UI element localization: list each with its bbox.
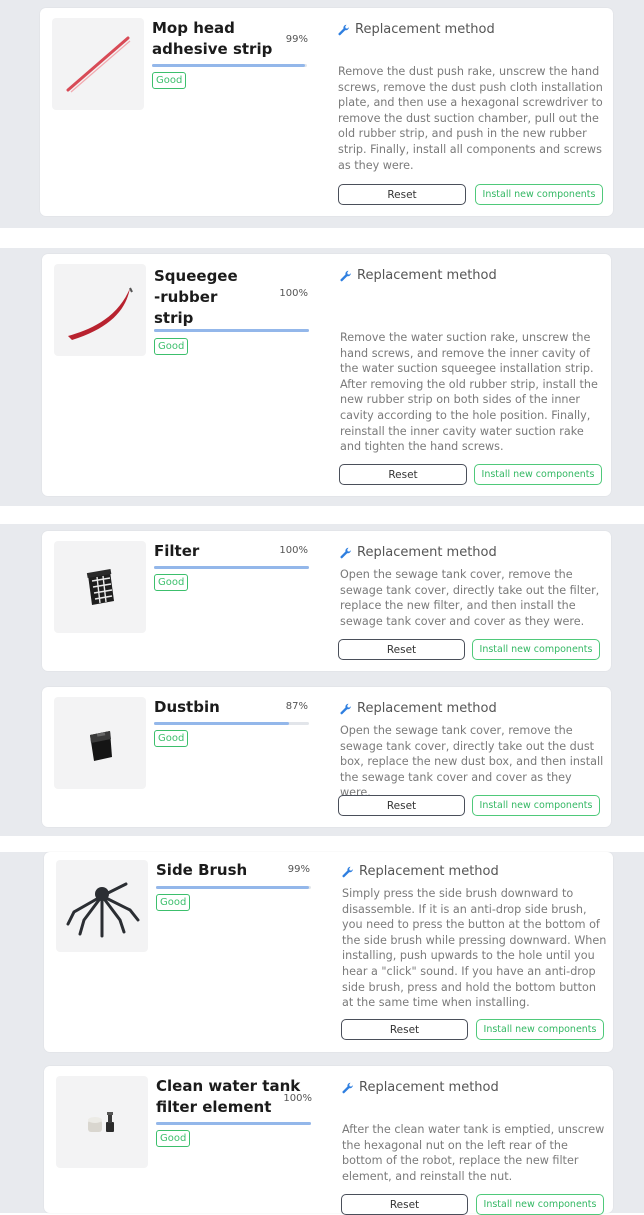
life-progress-bar <box>152 64 307 67</box>
replacement-method-title: Replacement method <box>340 545 497 560</box>
status-badge: Good <box>154 574 189 591</box>
wrench-icon <box>338 24 349 35</box>
component-card-dustbin: Dustbin 87% Good Replacement method Open… <box>42 687 611 827</box>
install-new-components-button[interactable]: Install new components <box>476 1019 604 1040</box>
component-card-mop-strip: Mop head adhesive strip 99% Good Replacem… <box>40 8 613 216</box>
life-progress-bar <box>156 1122 311 1125</box>
status-badge: Good <box>154 730 189 747</box>
remaining-percent: 100% <box>283 1093 312 1104</box>
remaining-percent: 99% <box>287 864 310 875</box>
component-name: Mop head adhesive strip <box>152 19 273 58</box>
install-new-components-button[interactable]: Install new components <box>474 464 602 485</box>
install-new-components-button[interactable]: Install new components <box>476 1194 604 1215</box>
remaining-percent: 100% <box>279 545 308 556</box>
replacement-method-title: Replacement method <box>342 1080 499 1095</box>
status-badge: Good <box>154 338 189 355</box>
component-name: Squeegee -rubber strip <box>154 267 238 327</box>
side-brush-icon <box>66 882 140 938</box>
filter-icon <box>86 568 114 605</box>
component-name: Dustbin <box>154 698 220 716</box>
replacement-description: After the clean water tank is emptied, u… <box>342 1123 605 1183</box>
squeegee-icon <box>68 287 133 340</box>
component-card-squeegee: Squeegee -rubber strip 100% Good Replaceme… <box>42 254 611 496</box>
water-filter-icon <box>88 1112 114 1132</box>
reset-button[interactable]: Reset <box>339 464 467 485</box>
component-thumbnail <box>56 860 148 952</box>
replacement-method-title: Replacement method <box>340 268 497 283</box>
replacement-description: Remove the dust push rake, unscrew the h… <box>338 65 603 172</box>
install-new-components-button[interactable]: Install new components <box>475 184 603 205</box>
mop-strip-icon <box>66 36 131 93</box>
replacement-description: Simply press the side brush downward to … <box>342 887 607 1010</box>
component-thumbnail <box>54 541 146 633</box>
component-name: Side Brush <box>156 861 248 879</box>
wrench-icon <box>342 1082 353 1093</box>
status-badge: Good <box>156 894 191 911</box>
replacement-description: Open the sewage tank cover, remove the s… <box>340 568 600 628</box>
replacement-description: Open the sewage tank cover, remove the s… <box>340 724 604 800</box>
reset-button[interactable]: Reset <box>341 1019 468 1040</box>
install-new-components-button[interactable]: Install new components <box>472 795 600 816</box>
component-thumbnail <box>52 18 144 110</box>
reset-button[interactable]: Reset <box>338 184 466 205</box>
replacement-description: Remove the water suction rake, unscrew t… <box>340 331 598 454</box>
install-new-components-button[interactable]: Install new components <box>472 639 600 660</box>
component-card-filter: Filter 100% Good Replacement method Open… <box>42 531 611 671</box>
component-thumbnail <box>54 697 146 789</box>
replacement-method-title: Replacement method <box>338 22 495 37</box>
dustbin-icon <box>90 731 112 761</box>
wrench-icon <box>340 703 351 714</box>
component-thumbnail <box>56 1076 148 1168</box>
life-progress-bar <box>156 886 311 889</box>
wrench-icon <box>342 866 353 877</box>
status-badge: Good <box>156 1130 191 1147</box>
life-progress-bar <box>154 722 309 725</box>
remaining-percent: 100% <box>279 288 308 299</box>
remaining-percent: 87% <box>285 701 308 712</box>
life-progress-bar <box>154 329 309 332</box>
reset-button[interactable]: Reset <box>341 1194 468 1215</box>
remaining-percent: 99% <box>285 34 308 45</box>
status-badge: Good <box>152 72 187 89</box>
wrench-icon <box>340 547 351 558</box>
component-card-side-brush: Side Brush 99% Good Replacement method S… <box>44 852 613 1052</box>
life-progress-bar <box>154 566 309 569</box>
component-thumbnail <box>54 264 146 356</box>
replacement-method-title: Replacement method <box>342 864 499 879</box>
reset-button[interactable]: Reset <box>338 639 465 660</box>
component-name: Filter <box>154 542 200 560</box>
replacement-method-title: Replacement method <box>340 701 497 716</box>
component-card-water-filter: Clean water tank filter element 100% Good… <box>44 1066 613 1215</box>
wrench-icon <box>340 270 351 281</box>
reset-button[interactable]: Reset <box>338 795 465 816</box>
